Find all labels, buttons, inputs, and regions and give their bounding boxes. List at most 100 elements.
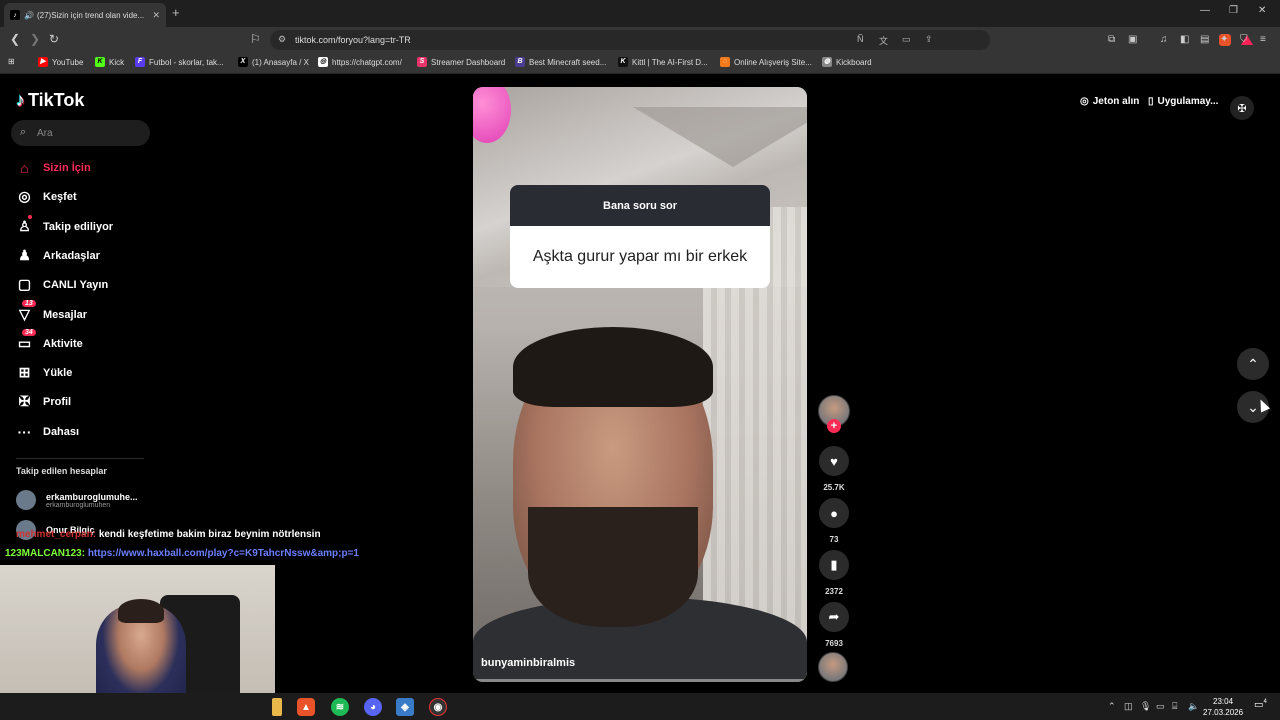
share-count: 7693 — [825, 639, 843, 648]
back-icon[interactable]: ❮ — [10, 32, 20, 46]
network-icon[interactable]: ⌸ — [1172, 701, 1177, 712]
share-icon[interactable]: ⇪ — [925, 34, 933, 45]
bookmark-x[interactable]: X (1) Anasayfa / X — [238, 57, 309, 67]
leo-ai-icon[interactable]: ✦ — [1220, 34, 1228, 45]
save-button[interactable]: ▮ 2372 — [818, 550, 850, 596]
follow-plus-icon[interactable]: + — [827, 419, 841, 433]
discord-icon[interactable]: ◕ — [364, 698, 382, 716]
nav-explore[interactable]: ◎ Keşfet — [16, 188, 76, 205]
no-translate-icon[interactable]: Ñ — [857, 34, 864, 44]
following-icon: ♙ — [16, 215, 33, 235]
profile-menu-icon[interactable]: ✠ — [1230, 96, 1254, 120]
screenshot-icon[interactable]: ▣ — [1128, 34, 1137, 45]
search-input[interactable] — [37, 124, 137, 142]
close-window-icon[interactable]: ✕ — [1258, 5, 1266, 16]
new-tab-icon[interactable]: + — [172, 5, 180, 20]
nav-label: Arkadaşlar — [43, 249, 100, 262]
nav-following[interactable]: ♙ Takip ediliyor — [16, 215, 113, 235]
app-icon[interactable]: ◈ — [396, 698, 414, 716]
brave-browser-icon[interactable]: ▲ — [297, 698, 315, 716]
nav-activity[interactable]: ▭ 34 Aktivite — [16, 329, 83, 352]
kickboard-icon: ◍ — [822, 57, 832, 67]
windows-taskbar: ▲ ≋ ◕ ◈ ◉ ⌃ ◫ 🎙 ▭ ⌸ 🔈 23:04 27.03.2026 ▭… — [0, 693, 1280, 720]
video-username[interactable]: bunyaminbiralmis — [481, 657, 575, 669]
bookmark-kick[interactable]: K Kick — [95, 57, 124, 67]
share-button[interactable]: ➦ 7693 — [818, 602, 850, 648]
comment-button[interactable]: ● 73 — [818, 498, 850, 544]
bookmark-label: Futbol - skorlar, tak... — [149, 57, 224, 67]
video-progress-bar[interactable] — [473, 679, 807, 682]
get-app-button[interactable]: ▯ Uygulamay... — [1148, 96, 1218, 107]
url-text: tiktok.com/foryou?lang=tr-TR — [295, 35, 411, 45]
forward-icon[interactable]: ❯ — [30, 32, 40, 46]
obs-icon[interactable]: ◉ — [429, 698, 447, 716]
bookmark-youtube[interactable]: ▶ YouTube — [38, 57, 83, 67]
volume-icon[interactable]: 🔈 — [1188, 701, 1199, 712]
like-button[interactable]: ♥ 25.7K — [818, 446, 850, 492]
question-text: Aşkta gurur yapar mı bir erkek — [510, 226, 770, 288]
notification-count: 4 — [1263, 699, 1267, 705]
address-bar[interactable]: ⚙ tiktok.com/foryou?lang=tr-TR Ñ 文 ▭ ⇪ — [270, 30, 1253, 50]
bookmark-shopping[interactable]: ◌ Online Alışveriş Site... — [720, 57, 812, 67]
display-icon[interactable]: ▭ — [1156, 701, 1165, 712]
minimize-icon[interactable]: — — [1200, 5, 1210, 16]
chat-username: 123MALCAN123: — [5, 548, 86, 559]
site-info-icon[interactable]: ⚙ — [278, 34, 286, 45]
reload-icon[interactable]: ↻ — [49, 32, 59, 46]
media-icon[interactable]: ♫ — [1160, 34, 1168, 45]
followed-account[interactable]: erkamburoglumuhe... erkamburoglumuhen — [16, 490, 138, 510]
tray-overflow-icon[interactable]: ⌃ — [1108, 701, 1116, 712]
bookmark-label: (1) Anasayfa / X — [252, 57, 309, 67]
get-coins-button[interactable]: ◎ Jeton alın — [1080, 96, 1139, 107]
get-app-label: Uygulamay... — [1157, 96, 1219, 107]
chat-message: 123MALCAN123: https://www.haxball.com/pl… — [5, 548, 359, 559]
system-clock[interactable]: 23:04 27.03.2026 — [1203, 696, 1243, 718]
x-icon: X — [238, 57, 248, 67]
restore-icon[interactable]: ❐ — [1229, 5, 1238, 16]
creator-avatar-button[interactable]: + — [818, 395, 850, 433]
sound-avatar-button[interactable] — [818, 652, 850, 682]
spotify-icon[interactable]: ≋ — [331, 698, 349, 716]
nav-more[interactable]: ··· Dahası — [16, 423, 80, 440]
bookmark-label: YouTube — [52, 57, 84, 67]
previous-video-button[interactable]: ⌃ — [1237, 348, 1269, 380]
activity-icon: ▭ 34 — [16, 329, 36, 352]
wallet-icon[interactable]: ▤ — [1200, 34, 1209, 45]
chat-message: mehmet_cerpan: kendi keşfetime bakim bir… — [16, 529, 321, 540]
tray-app-icon[interactable]: ◫ — [1124, 701, 1133, 712]
file-explorer-icon[interactable] — [272, 698, 282, 716]
bookmark-label: Kickboard — [836, 57, 872, 67]
nav-profile[interactable]: ✠ Profil — [16, 393, 72, 410]
notification-center-icon[interactable]: ▭4 — [1254, 699, 1267, 710]
bookmark-streamer[interactable]: S Streamer Dashboard — [417, 57, 505, 67]
bookmark-kittl[interactable]: K Kittl | The AI-First D... — [618, 57, 708, 67]
extensions-icon[interactable]: ⧉ — [1108, 34, 1115, 45]
bookmark-kickboard[interactable]: ◍ Kickboard — [822, 57, 872, 67]
apps-icon[interactable]: ⊞ — [8, 57, 15, 66]
microphone-icon[interactable]: 🎙 — [1140, 701, 1151, 712]
nav-friends[interactable]: ♟ Arkadaşlar — [16, 247, 100, 264]
nav-label: CANLI Yayın — [43, 278, 109, 291]
vpn-icon[interactable]: ⛉ — [1240, 34, 1248, 45]
nav-upload[interactable]: ⊞ Yükle — [16, 364, 73, 381]
nav-for-you[interactable]: ⌂ Sizin İçin — [16, 159, 90, 176]
tiktok-logo[interactable]: ♪ TikTok — [16, 90, 84, 111]
sidebar-icon[interactable]: ◧ — [1180, 34, 1189, 45]
translate-icon[interactable]: 文 — [879, 34, 888, 47]
video-player[interactable]: Bana soru sor Aşkta gurur yapar mı bir e… — [473, 87, 807, 682]
nav-live[interactable]: ▢ CANLI Yayın — [16, 276, 108, 293]
audio-playing-icon[interactable]: 🔊 — [24, 11, 34, 20]
cast-icon[interactable]: ▭ — [902, 34, 911, 45]
upload-icon: ⊞ — [18, 364, 31, 380]
bookmark-label: Online Alışveriş Site... — [734, 57, 812, 67]
search-icon: ⌕ — [20, 126, 27, 138]
bookmark-page-icon[interactable]: ⚐ — [250, 32, 261, 46]
bookmark-chatgpt[interactable]: ◎ https://chatgpt.com/ — [318, 57, 402, 67]
bookmark-futbol[interactable]: F Futbol - skorlar, tak... — [135, 57, 224, 67]
search-box[interactable]: ⌕ — [11, 120, 150, 146]
menu-icon[interactable]: ≡ — [1260, 34, 1266, 45]
nav-messages[interactable]: ▽ 13 Mesajlar — [16, 300, 87, 323]
bookmark-minecraft[interactable]: B Best Minecraft seed... — [515, 57, 606, 67]
close-tab-icon[interactable]: ✕ — [152, 10, 160, 21]
browser-tab[interactable]: ♪ 🔊 (27)Sizin için trend olan vide... ✕ — [4, 3, 166, 27]
